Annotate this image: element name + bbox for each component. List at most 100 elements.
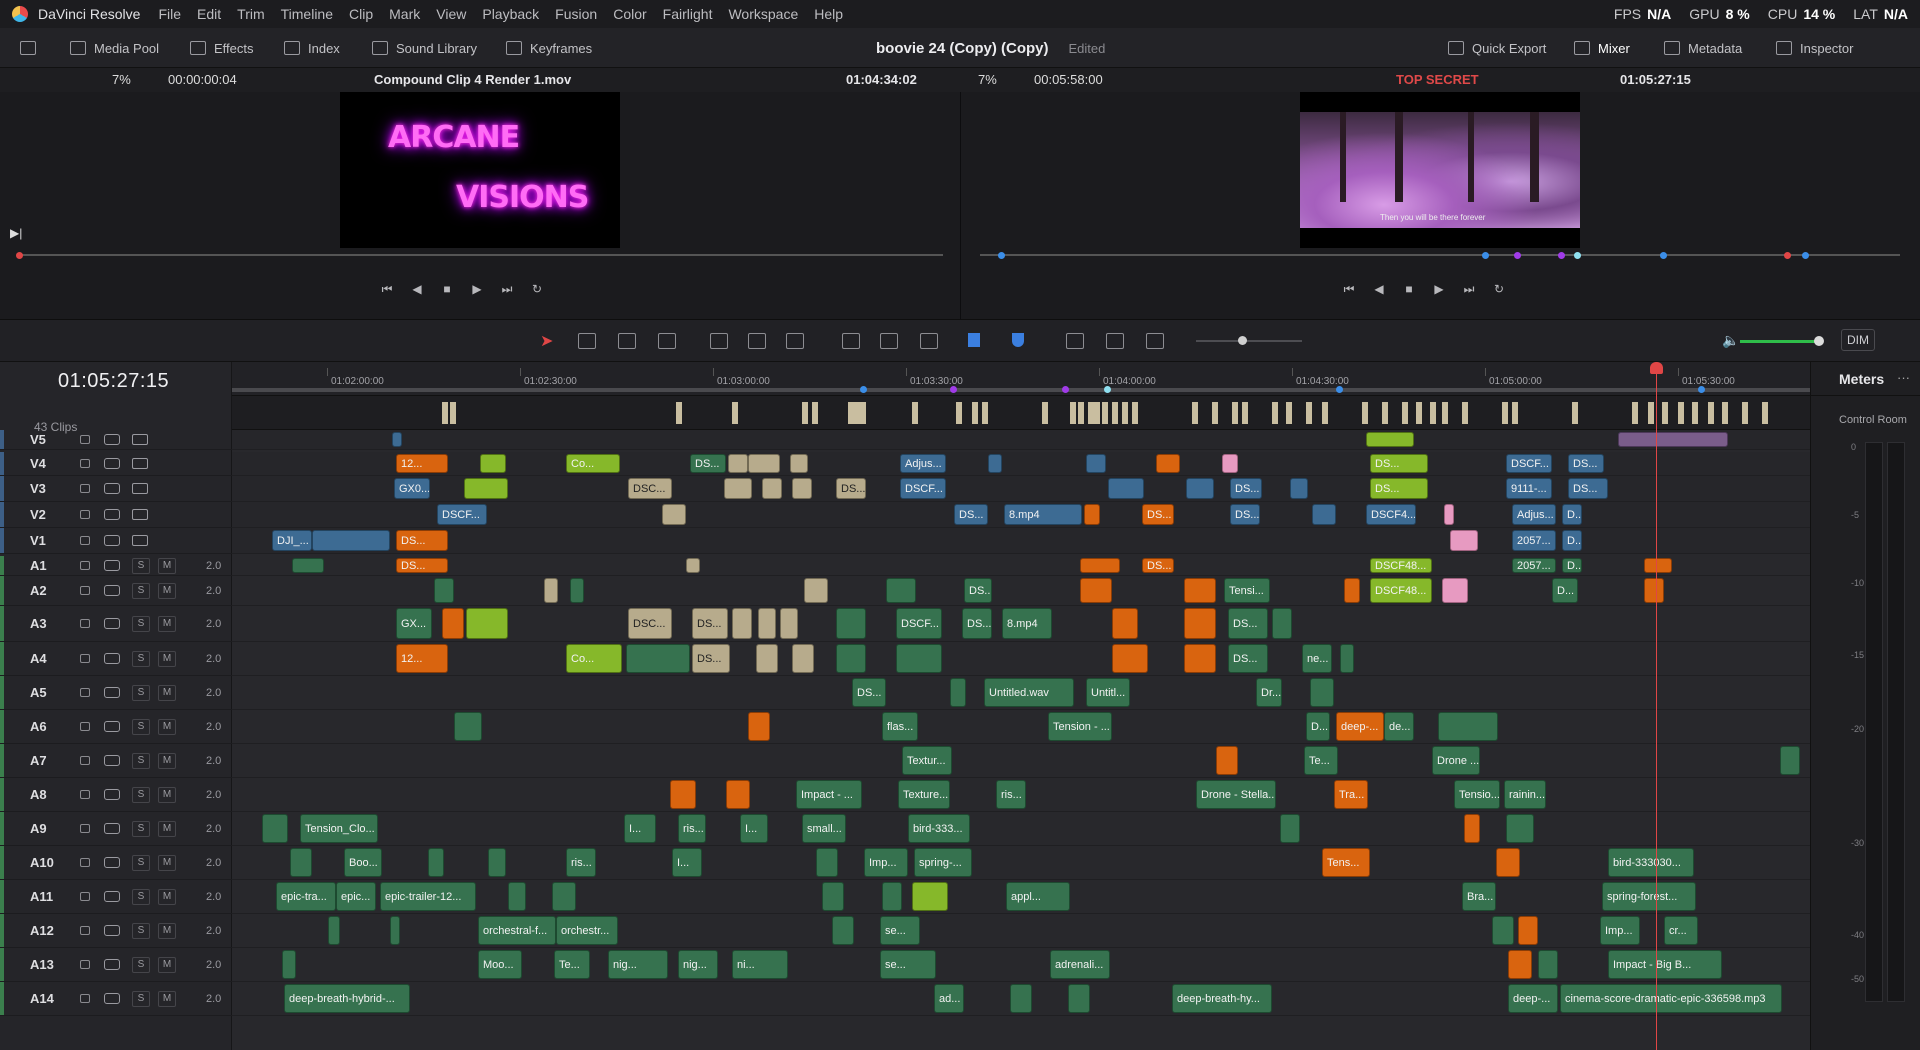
track-lane[interactable]: GX0... DSC... DS... DSCF... DS... DS... 9111-.… bbox=[232, 476, 1810, 502]
track-header[interactable]: A11 S M 2.0 bbox=[0, 880, 232, 914]
audio-clip[interactable] bbox=[552, 882, 576, 911]
video-clip[interactable]: DS... bbox=[954, 504, 988, 525]
jump-start-icon[interactable]: ⏮ bbox=[380, 282, 394, 296]
audio-clip[interactable]: Te... bbox=[554, 950, 590, 979]
audio-clip[interactable]: Moo... bbox=[478, 950, 522, 979]
audio-clip[interactable]: bird-333... bbox=[908, 814, 970, 843]
timeline-timecode[interactable]: 01:05:27:15 bbox=[58, 370, 169, 393]
track-header[interactable]: A12 S M 2.0 bbox=[0, 914, 232, 948]
audio-clip[interactable] bbox=[1780, 746, 1800, 775]
audio-clip[interactable] bbox=[1644, 578, 1664, 603]
mute-button[interactable]: M bbox=[158, 557, 176, 574]
audio-clip[interactable]: Te... bbox=[1304, 746, 1338, 775]
index-button[interactable]: Index bbox=[284, 28, 340, 68]
auto-select-icon[interactable] bbox=[104, 891, 120, 902]
track-header[interactable]: V3 bbox=[0, 476, 232, 502]
track-header[interactable]: A2 S M 2.0 bbox=[0, 576, 232, 606]
jump-end-icon[interactable]: ⏭ bbox=[500, 282, 514, 296]
audio-clip[interactable]: small... bbox=[802, 814, 846, 843]
audio-clip[interactable]: se... bbox=[880, 950, 936, 979]
audio-clip[interactable]: Texture... bbox=[898, 780, 950, 809]
audio-clip[interactable] bbox=[428, 848, 444, 877]
auto-select-icon[interactable] bbox=[104, 585, 120, 596]
audio-clip[interactable]: D... bbox=[1552, 578, 1578, 603]
mute-button[interactable]: M bbox=[158, 615, 176, 632]
audio-clip[interactable]: Untitled.wav bbox=[984, 678, 1074, 707]
video-clip[interactable]: DS... bbox=[836, 478, 866, 499]
more-options-icon[interactable]: ··· bbox=[1897, 370, 1910, 385]
track-header[interactable]: A6 S M 2.0 bbox=[0, 710, 232, 744]
mute-button[interactable]: M bbox=[158, 820, 176, 837]
menu-workspace[interactable]: Workspace bbox=[728, 6, 798, 22]
video-clip[interactable]: DS... bbox=[1230, 478, 1262, 499]
track-name[interactable]: V5 bbox=[30, 432, 46, 447]
mixer-button[interactable]: Mixer bbox=[1574, 28, 1630, 68]
track-name[interactable]: A12 bbox=[30, 923, 54, 938]
track-header[interactable]: A4 S M 2.0 bbox=[0, 642, 232, 676]
audio-clip[interactable]: D... bbox=[1562, 558, 1582, 573]
auto-select-icon[interactable] bbox=[104, 653, 120, 664]
play-to-end-icon[interactable]: ▶| bbox=[10, 226, 22, 240]
audio-clip[interactable] bbox=[732, 608, 752, 639]
program-playhead-marker[interactable] bbox=[1784, 252, 1791, 259]
solo-button[interactable]: S bbox=[132, 820, 150, 837]
audio-clip[interactable]: Impact - Big B... bbox=[1608, 950, 1722, 979]
media-pool-button[interactable]: Media Pool bbox=[70, 28, 159, 68]
audio-clip[interactable] bbox=[1216, 746, 1238, 775]
auto-select-icon[interactable] bbox=[104, 560, 120, 571]
audio-clip[interactable] bbox=[1184, 608, 1216, 639]
video-clip[interactable] bbox=[1084, 504, 1100, 525]
lock-icon[interactable] bbox=[80, 824, 90, 833]
workspace-toggle-button[interactable] bbox=[20, 28, 36, 68]
video-clip[interactable] bbox=[988, 454, 1002, 473]
track-name[interactable]: A2 bbox=[30, 583, 47, 598]
marker-blue[interactable] bbox=[1482, 252, 1489, 259]
audio-clip[interactable] bbox=[748, 712, 770, 741]
track-lane[interactable]: DSCF... DS... 8.mp4 DS... DS... DSCF4... Adjus… bbox=[232, 502, 1810, 528]
mute-button[interactable]: M bbox=[158, 718, 176, 735]
audio-clip[interactable]: epic-tra... bbox=[276, 882, 336, 911]
audio-clip[interactable] bbox=[1184, 578, 1216, 603]
video-clip[interactable] bbox=[312, 530, 390, 551]
video-clip[interactable]: DSCF... bbox=[1506, 454, 1552, 473]
audio-clip[interactable] bbox=[1344, 578, 1360, 603]
audio-clip[interactable]: bird-333030... bbox=[1608, 848, 1694, 877]
audio-clip[interactable] bbox=[292, 558, 324, 573]
audio-clip[interactable]: DS... bbox=[852, 678, 886, 707]
audio-clip[interactable] bbox=[508, 882, 526, 911]
stop-icon[interactable]: ■ bbox=[440, 282, 454, 296]
audio-clip[interactable] bbox=[756, 644, 778, 673]
audio-clip[interactable] bbox=[686, 558, 700, 573]
ruler-marker-blue[interactable] bbox=[1698, 386, 1705, 393]
sound-library-button[interactable]: Sound Library bbox=[372, 28, 477, 68]
track-lane[interactable]: epic-tra... epic... epic-trailer-12... appl… bbox=[232, 880, 1810, 914]
solo-button[interactable]: S bbox=[132, 684, 150, 701]
video-clip[interactable]: GX0... bbox=[394, 478, 430, 499]
audio-clip[interactable]: cr... bbox=[1664, 916, 1698, 945]
menu-fairlight[interactable]: Fairlight bbox=[663, 6, 713, 22]
auto-select-icon[interactable] bbox=[104, 434, 120, 445]
auto-select-icon[interactable] bbox=[104, 618, 120, 629]
video-clip[interactable]: 2057... bbox=[1512, 530, 1556, 551]
audio-clip[interactable] bbox=[488, 848, 506, 877]
mute-button[interactable]: M bbox=[158, 684, 176, 701]
mute-button[interactable]: M bbox=[158, 854, 176, 871]
track-name[interactable]: V2 bbox=[30, 507, 46, 522]
track-header[interactable]: V4 bbox=[0, 452, 232, 476]
ruler-marker-blue[interactable] bbox=[1336, 386, 1343, 393]
audio-clip[interactable]: D... bbox=[1306, 712, 1330, 741]
track-header[interactable]: V5 bbox=[0, 430, 232, 450]
track-visibility-icon[interactable] bbox=[132, 483, 148, 494]
audio-clip[interactable] bbox=[822, 882, 844, 911]
video-clip[interactable]: DS... bbox=[1230, 504, 1260, 525]
lock-icon[interactable] bbox=[80, 756, 90, 765]
audio-clip[interactable]: Tensio... bbox=[1454, 780, 1500, 809]
audio-clip[interactable]: 8.mp4 bbox=[1002, 608, 1052, 639]
video-clip[interactable]: DS... bbox=[1142, 504, 1174, 525]
quick-export-button[interactable]: Quick Export bbox=[1448, 28, 1546, 68]
audio-clip[interactable] bbox=[466, 608, 508, 639]
video-clip[interactable]: DS... bbox=[1568, 454, 1604, 473]
audio-clip[interactable] bbox=[1496, 848, 1520, 877]
audio-clip[interactable] bbox=[1272, 608, 1292, 639]
video-clip[interactable] bbox=[1618, 432, 1728, 447]
